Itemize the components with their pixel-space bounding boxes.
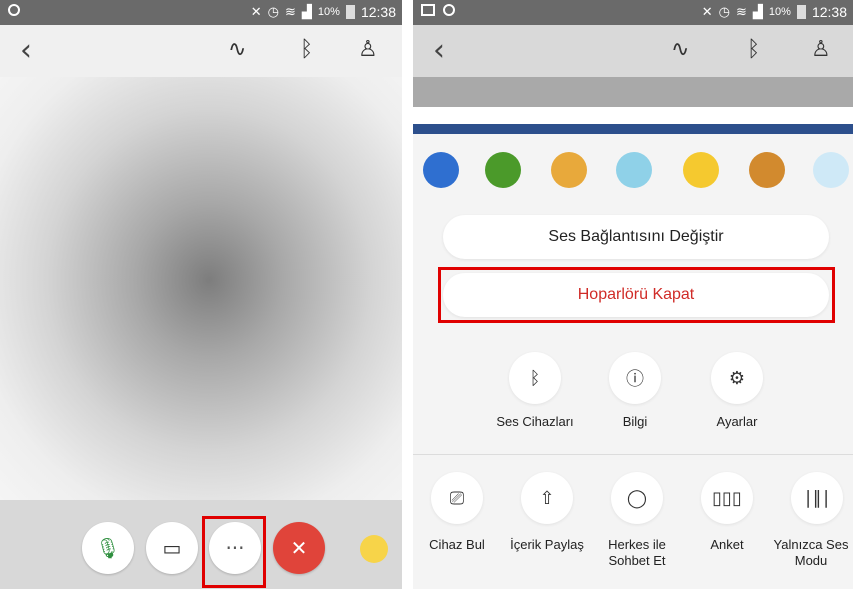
champagne-icon[interactable] <box>551 152 587 188</box>
video-area <box>0 77 402 500</box>
settings-button[interactable]: ⚙ <box>711 352 763 404</box>
microphone-button[interactable]: 🎙︎ <box>82 522 134 574</box>
alarm-icon: ◷ <box>267 4 280 19</box>
laughing-icon[interactable] <box>683 152 719 188</box>
clock: 12:38 <box>360 4 396 20</box>
goggles-icon[interactable] <box>749 152 785 188</box>
audio-devices-label: Ses Cihazları <box>496 414 574 429</box>
video-camera-icon: ▭ <box>162 536 182 560</box>
change-audio-connection-button[interactable]: Ses Bağlantısını Değiştir <box>443 215 829 259</box>
bluetooth-icon[interactable]: ᛒ <box>747 37 760 62</box>
poll-label: Anket <box>710 537 744 552</box>
change-audio-connection-label: Ses Bağlantısını Değiştir <box>548 228 724 245</box>
scribble-icon[interactable]: ∿ <box>228 37 246 62</box>
cast-icon: ⎚ <box>449 487 465 509</box>
audio-only-label: Yalnızca Ses Modu <box>773 537 849 568</box>
sync-icon <box>8 4 20 16</box>
snowman-icon[interactable] <box>616 152 652 188</box>
app-bar: ‹ ∿ ᛒ ♙ <box>413 25 853 77</box>
participants-icon[interactable]: ♙ <box>811 37 831 62</box>
status-bar: ✕ ◷ ≋ ▟ 10% 12:38 <box>0 0 402 25</box>
close-icon: ✕ <box>290 536 308 560</box>
polar-bear-icon[interactable] <box>813 152 849 188</box>
divider <box>413 454 853 455</box>
audio-wave-icon: ∣∥∣ <box>803 487 831 509</box>
battery-icon <box>796 5 806 19</box>
wifi-icon: ≋ <box>736 4 747 19</box>
microphone-icon: 🎙︎ <box>95 536 121 560</box>
status-bar: ✕ ◷ ≋ ▟ 10% 12:38 <box>413 0 853 25</box>
call-controls-bar <box>0 500 402 589</box>
chat-everyone-button[interactable]: ◯ <box>611 472 663 524</box>
battery-icon <box>345 5 355 19</box>
gallery-icon <box>421 4 435 16</box>
highlight-box-speaker-off <box>438 267 835 323</box>
clock: 12:38 <box>811 4 847 20</box>
mute-icon: ✕ <box>250 4 262 19</box>
highlight-box-more <box>202 516 266 588</box>
info-icon: ⓘ <box>626 369 644 390</box>
battery-percent: 10% <box>768 6 791 18</box>
info-button[interactable]: ⓘ <box>609 352 661 404</box>
scribble-icon[interactable]: ∿ <box>671 37 689 62</box>
left-screen: ✕ ◷ ≋ ▟ 10% 12:38 ‹ ∿ ᛒ ♙ 🎙︎ ▭ ··· ✕ <box>0 0 402 589</box>
poll-button[interactable]: ▯▯▯ <box>701 472 753 524</box>
info-label: Bilgi <box>622 414 648 429</box>
chat-icon: ◯ <box>626 487 648 509</box>
chevron-left-icon[interactable]: ‹ <box>20 33 32 68</box>
chevron-left-icon[interactable]: ‹ <box>433 33 445 68</box>
wifi-icon: ≋ <box>285 4 296 19</box>
thumbs-up-icon[interactable] <box>423 152 459 188</box>
find-device-button[interactable]: ⎚ <box>431 472 483 524</box>
share-content-button[interactable]: ⇧ <box>521 472 573 524</box>
poll-icon: ▯▯▯ <box>712 487 742 509</box>
bluetooth-icon[interactable]: ᛒ <box>300 37 313 62</box>
shared-content-preview <box>413 77 853 107</box>
find-device-label: Cihaz Bul <box>429 537 485 552</box>
share-content-label: İçerik Paylaş <box>510 537 584 552</box>
battery-percent: 10% <box>317 6 340 18</box>
bluetooth-icon: ᛒ <box>529 367 541 389</box>
audio-devices-button[interactable]: ᛒ <box>509 352 561 404</box>
right-screen: ✕ ◷ ≋ ▟ 10% 12:38 ‹ ∿ ᛒ ♙ Ses Bağlantısı… <box>413 0 853 589</box>
sync-icon <box>443 4 455 16</box>
app-bar: ‹ ∿ ᛒ ♙ <box>0 25 402 77</box>
reaction-row <box>413 152 853 202</box>
audio-only-button[interactable]: ∣∥∣ <box>791 472 843 524</box>
settings-label: Ayarlar <box>716 414 758 429</box>
chat-everyone-label: Herkes ile Sohbet Et <box>608 537 666 568</box>
gear-icon: ⚙ <box>728 367 746 389</box>
mute-icon: ✕ <box>701 4 713 19</box>
signal-icon: ▟ <box>752 4 763 19</box>
end-call-button[interactable]: ✕ <box>273 522 325 574</box>
alarm-icon: ◷ <box>718 4 731 19</box>
camera-button[interactable]: ▭ <box>146 522 198 574</box>
clapping-icon[interactable] <box>485 152 521 188</box>
participants-icon[interactable]: ♙ <box>358 37 378 62</box>
reaction-toggle-icon[interactable] <box>360 535 388 563</box>
share-icon: ⇧ <box>539 487 555 509</box>
signal-icon: ▟ <box>301 4 312 19</box>
shared-window-titlebar <box>413 124 853 134</box>
